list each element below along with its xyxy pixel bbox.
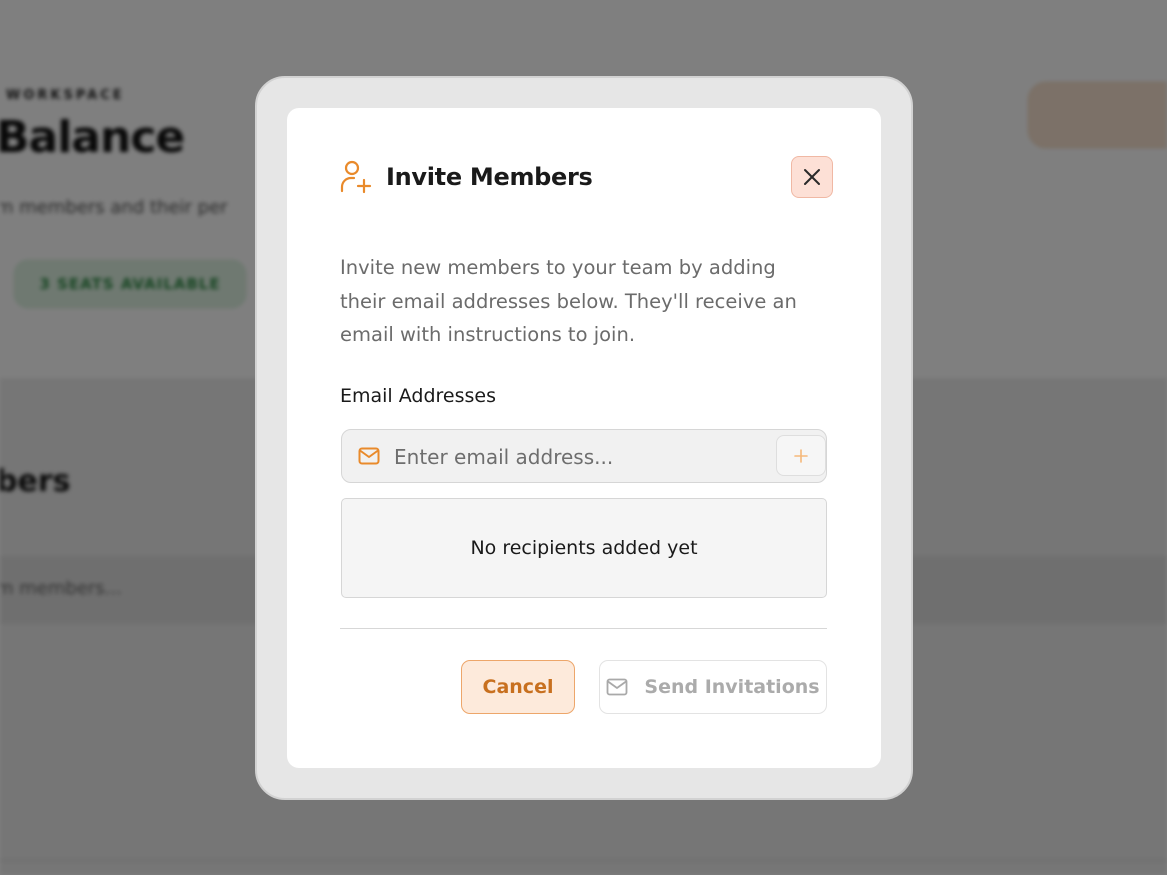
email-input[interactable] [394,438,764,476]
plus-icon [794,448,808,463]
footer-divider [340,628,827,629]
close-button[interactable] [791,156,833,198]
mail-icon [606,678,628,696]
send-invitations-label: Send Invitations [644,676,820,698]
recipients-list: No recipients added yet [341,498,827,598]
invite-members-dialog: Invite Members Invite new members to you… [287,108,881,768]
recipients-empty-state: No recipients added yet [470,537,698,559]
modal-title: Invite Members [386,163,593,191]
email-addresses-label: Email Addresses [340,385,497,407]
add-email-button[interactable] [776,435,826,476]
user-plus-icon [340,160,372,194]
cancel-button[interactable]: Cancel [461,660,575,714]
mail-icon [358,447,380,465]
email-input-group [341,429,827,483]
close-icon [804,169,820,185]
modal-header: Invite Members [340,160,593,194]
modal-description: Invite new members to your team by addin… [340,256,797,346]
send-invitations-button[interactable]: Send Invitations [599,660,827,714]
